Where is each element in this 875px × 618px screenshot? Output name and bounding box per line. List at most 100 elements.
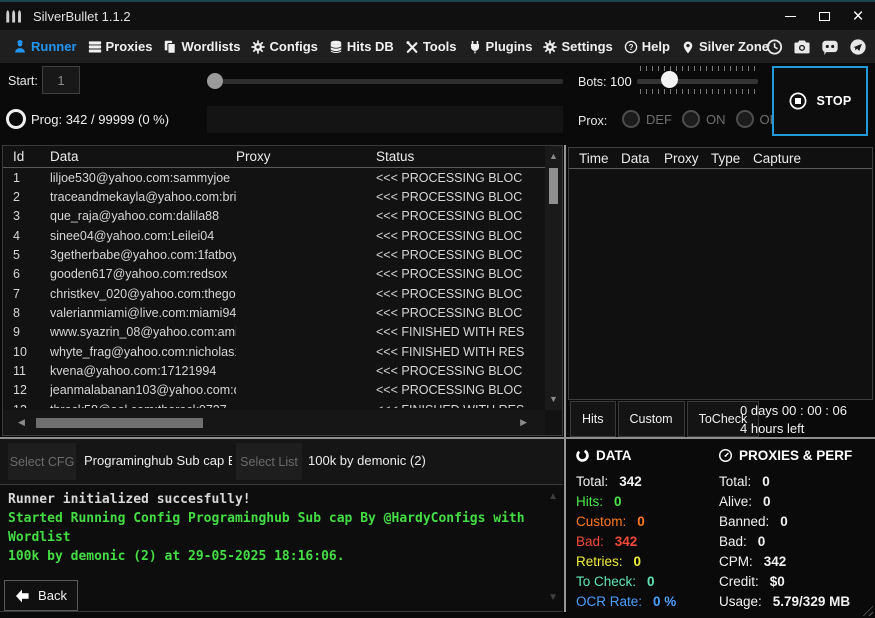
cell-data: gooden617@yahoo.com:redsox xyxy=(50,267,236,281)
tray-button[interactable] xyxy=(846,35,869,58)
table-row[interactable]: 6 gooden617@yahoo.com:redsox <<< PROCESS… xyxy=(3,265,543,284)
menu-item[interactable]: Runner xyxy=(13,39,77,54)
table-row[interactable]: 13 throck58@aol.com:therock0727 <<< FINI… xyxy=(3,400,543,408)
stop-button[interactable]: STOP xyxy=(772,66,868,136)
cell-id: 13 xyxy=(13,403,50,408)
tray-button[interactable] xyxy=(818,35,841,58)
minimize-button[interactable] xyxy=(773,2,807,30)
scroll-up-icon[interactable]: ▲ xyxy=(549,152,558,161)
column-header[interactable]: Time xyxy=(579,151,621,166)
plugins-icon xyxy=(468,40,482,54)
log-line: 100k by demonic (2) at 29-05-2025 18:16:… xyxy=(8,547,563,566)
radio-icon xyxy=(736,110,754,128)
maximize-button[interactable] xyxy=(807,2,841,30)
tab[interactable]: Hits xyxy=(570,401,616,437)
select-config-button[interactable]: Select CFG xyxy=(8,443,76,480)
gauge-icon xyxy=(718,448,733,463)
cell-data: www.syazrin_08@yahoo.com:amiera xyxy=(50,325,236,339)
close-button[interactable]: × xyxy=(841,2,875,30)
menu-item[interactable]: Silver Zone xyxy=(681,39,769,54)
menu-item[interactable]: Hits DB xyxy=(329,39,394,54)
scroll-left-icon[interactable]: ◀ xyxy=(18,418,25,427)
cell-id: 9 xyxy=(13,325,50,339)
log-lines: Runner initialized succesfully!Started R… xyxy=(8,490,563,566)
menu-item[interactable]: Plugins xyxy=(468,39,533,54)
table-row[interactable]: 9 www.syazrin_08@yahoo.com:amiera <<< FI… xyxy=(3,323,543,342)
column-header[interactable]: Proxy xyxy=(664,151,711,166)
stats-panel: DATA Total: 342 Hits: 0 Custom: 0 xyxy=(568,440,875,618)
table-row[interactable]: 8 valerianmiami@live.com:miami94 <<< PRO… xyxy=(3,303,543,322)
discord-icon xyxy=(821,38,839,56)
log-console: Runner initialized succesfully!Started R… xyxy=(0,484,563,612)
menu-item[interactable]: ? Help xyxy=(624,39,670,54)
bots-slider[interactable] xyxy=(637,79,758,84)
data-ring-icon xyxy=(575,448,590,463)
scroll-right-icon[interactable]: ▶ xyxy=(520,418,527,427)
table-row[interactable]: 11 kvena@yahoo.com:17121994 <<< PROCESSI… xyxy=(3,361,543,380)
start-slider[interactable] xyxy=(210,79,563,84)
hits-tabs: HitsCustomToCheck xyxy=(570,401,759,437)
tray-button[interactable] xyxy=(790,35,813,58)
cell-data: throck58@aol.com:therock0727 xyxy=(50,403,236,408)
cell-id: 4 xyxy=(13,229,50,243)
configs-icon xyxy=(251,40,265,54)
cell-status: <<< PROCESSING BLOC xyxy=(376,248,543,262)
stat-row: CPM: 342 xyxy=(719,551,850,571)
column-header[interactable]: Status xyxy=(376,149,553,164)
bots-slider-ticks-bottom xyxy=(640,89,756,94)
menu-item[interactable]: Wordlists xyxy=(163,39,240,54)
table-row[interactable]: 2 traceandmekayla@yahoo.com:britta <<< P… xyxy=(3,187,543,206)
tab[interactable]: Custom xyxy=(618,401,685,437)
cell-data: liljoe530@yahoo.com:sammyjoe xyxy=(50,171,236,185)
back-button[interactable]: Back xyxy=(4,580,78,611)
scroll-down-icon[interactable]: ▼ xyxy=(549,395,558,404)
column-header[interactable]: Id xyxy=(13,149,50,164)
cell-status: <<< PROCESSING BLOC xyxy=(376,190,543,204)
table-row[interactable]: 7 christkev_020@yahoo.com:thegood <<< PR… xyxy=(3,284,543,303)
prox-option[interactable]: ON xyxy=(682,110,726,128)
column-header[interactable]: Capture xyxy=(753,151,872,166)
start-label: Start: xyxy=(8,74,38,88)
cell-data: traceandmekayla@yahoo.com:britta xyxy=(50,190,236,204)
proxies-stats: Total: 0 Alive: 0 Banned: 0 Bad: 0 xyxy=(719,471,850,611)
data-stats: Total: 342 Hits: 0 Custom: 0 Bad: 342 xyxy=(576,471,676,611)
stat-row: Retries: 0 xyxy=(576,551,676,571)
column-header[interactable]: Proxy xyxy=(236,149,376,164)
scrollbar-thumb[interactable] xyxy=(549,168,558,204)
log-scroll-up-icon[interactable]: ▲ xyxy=(548,492,558,501)
column-header[interactable]: Type xyxy=(711,151,753,166)
column-header[interactable]: Data xyxy=(621,151,664,166)
radio-icon xyxy=(682,110,700,128)
vertical-scrollbar[interactable]: ▲ ▼ xyxy=(545,146,562,410)
timer: 0 days 00 : 00 : 06 4 hours left xyxy=(740,402,847,438)
table-row[interactable]: 10 whyte_frag@yahoo.com:nicholas17 <<< F… xyxy=(3,342,543,361)
start-slider-handle[interactable] xyxy=(207,73,223,89)
table-row[interactable]: 3 que_raja@yahoo.com:dalila88 <<< PROCES… xyxy=(3,207,543,226)
prog-value: 342 / 99999 (0 %) xyxy=(66,112,169,127)
menu-item[interactable]: Settings xyxy=(543,39,612,54)
table-row[interactable]: 12 jeanmalabanan103@yahoo.com:dec <<< PR… xyxy=(3,381,543,400)
menu-item[interactable]: Proxies xyxy=(88,39,153,54)
start-input[interactable] xyxy=(42,66,80,94)
config-name: Programinghub Sub cap By @H. xyxy=(84,453,232,468)
menu-item[interactable]: Configs xyxy=(251,39,317,54)
table-row[interactable]: 4 sinee04@yahoo.com:Leilei04 <<< PROCESS… xyxy=(3,226,543,245)
cell-status: <<< FINISHED WITH RES xyxy=(376,403,543,408)
table-row[interactable]: 5 3getherbabe@yahoo.com:1fatboy <<< PROC… xyxy=(3,245,543,264)
horizontal-scrollbar[interactable]: ◀ ▶ xyxy=(3,410,545,435)
progress-radio-icon[interactable] xyxy=(6,109,26,129)
prox-option[interactable]: DEF xyxy=(622,110,672,128)
log-scroll-down-icon[interactable]: ▼ xyxy=(548,593,558,602)
svg-text:?: ? xyxy=(628,42,633,51)
cell-status: <<< PROCESSING BLOC xyxy=(376,306,543,320)
tray-button[interactable] xyxy=(762,35,785,58)
menu-item[interactable]: Tools xyxy=(405,39,457,54)
scrollbar-thumb[interactable] xyxy=(36,418,203,428)
table-row[interactable]: 1 liljoe530@yahoo.com:sammyjoe <<< PROCE… xyxy=(3,168,543,187)
bots-slider-handle[interactable] xyxy=(661,71,678,88)
hitsdb-icon xyxy=(329,40,343,54)
log-line: Runner initialized succesfully! xyxy=(8,490,563,509)
vertical-splitter[interactable] xyxy=(564,145,566,612)
select-list-button[interactable]: Select List xyxy=(236,443,302,480)
column-header[interactable]: Data xyxy=(50,149,236,164)
